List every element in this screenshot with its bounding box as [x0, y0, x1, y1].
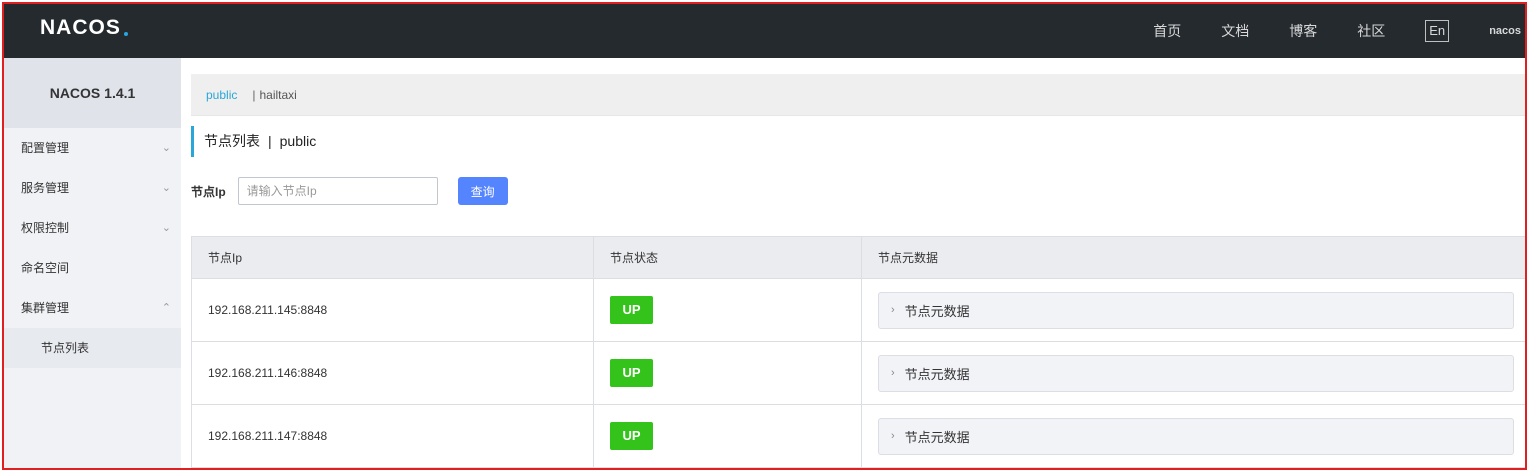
language-switch-button[interactable]: En: [1425, 20, 1450, 42]
node-ip-cell: 192.168.211.145:8848: [192, 279, 594, 341]
status-badge: UP: [610, 296, 653, 324]
sidebar-item-cluster[interactable]: 集群管理 ⌃: [4, 288, 181, 328]
status-badge: UP: [610, 422, 653, 450]
chevron-right-icon: ›: [891, 304, 895, 316]
page-title: 节点列表 | public: [191, 126, 316, 157]
screenshot-frame: NACOS 首页 文档 博客 社区 En nacos NACOS 1.4.1 配…: [2, 2, 1527, 470]
sidebar-item-label: 权限控制: [21, 221, 70, 235]
node-status-cell: UP: [594, 279, 862, 341]
logo-text: NACOS: [40, 16, 121, 39]
nacos-logo[interactable]: NACOS: [40, 13, 128, 43]
chevron-right-icon: ›: [891, 367, 895, 379]
column-header-metadata: 节点元数据: [878, 251, 939, 265]
namespace-public-link[interactable]: public: [206, 88, 237, 102]
table-header: 节点Ip 节点状态 节点元数据: [192, 237, 1525, 279]
metadata-collapse[interactable]: › 节点元数据: [878, 291, 1514, 329]
nav-blog[interactable]: 博客: [1289, 21, 1317, 41]
sidebar-item-namespace[interactable]: 命名空间: [4, 248, 181, 288]
search-label: 节点Ip: [191, 184, 226, 199]
chevron-down-icon: ⌄: [161, 182, 171, 194]
user-name[interactable]: nacos: [1489, 25, 1521, 37]
chevron-right-icon: ›: [891, 430, 895, 442]
chevron-down-icon: ⌄: [161, 222, 171, 234]
page-title-text: 节点列表: [204, 133, 260, 149]
table-row: 192.168.211.147:8848 UP › 节点元数据: [192, 405, 1525, 468]
node-ip-cell: 192.168.211.147:8848: [192, 405, 594, 467]
namespace-hailtaxi-link[interactable]: hailtaxi: [259, 88, 296, 102]
page-title-namespace: public: [279, 133, 317, 149]
node-status-cell: UP: [594, 405, 862, 467]
search-button[interactable]: 查询: [457, 177, 508, 205]
node-metadata-cell: › 节点元数据: [862, 279, 1525, 341]
node-ip-search-input[interactable]: [237, 177, 438, 205]
metadata-collapse[interactable]: › 节点元数据: [878, 354, 1514, 392]
nav-community[interactable]: 社区: [1357, 21, 1385, 41]
sidebar-item-auth[interactable]: 权限控制 ⌄: [4, 208, 181, 248]
chevron-up-icon: ⌃: [161, 302, 171, 314]
table-row: 192.168.211.146:8848 UP › 节点元数据: [192, 342, 1525, 405]
node-status-cell: UP: [594, 342, 862, 404]
search-form: 节点Ip 查询: [191, 177, 508, 205]
metadata-collapse-label: 节点元数据: [904, 303, 970, 319]
sidebar-menu: 配置管理 ⌄ 服务管理 ⌄ 权限控制 ⌄ 命名空间 集群管理 ⌃ 节点列表: [4, 128, 181, 368]
node-metadata-cell: › 节点元数据: [862, 342, 1525, 404]
nav-home[interactable]: 首页: [1153, 21, 1181, 41]
sidebar-item-label: 配置管理: [21, 141, 70, 155]
metadata-collapse-label: 节点元数据: [904, 366, 970, 382]
sidebar-item-label: 服务管理: [21, 181, 70, 195]
chevron-down-icon: ⌄: [161, 142, 171, 154]
sidebar-item-label: 命名空间: [21, 261, 70, 275]
node-ip-cell: 192.168.211.146:8848: [192, 342, 594, 404]
metadata-collapse-label: 节点元数据: [904, 429, 970, 445]
version-title: NACOS 1.4.1: [4, 58, 181, 128]
namespace-bar: public | hailtaxi: [191, 74, 1525, 116]
top-nav: 首页 文档 博客 社区 En nacos: [1153, 4, 1525, 58]
table-row: 192.168.211.145:8848 UP › 节点元数据: [192, 279, 1525, 342]
sidebar-item-service[interactable]: 服务管理 ⌄: [4, 168, 181, 208]
node-metadata-cell: › 节点元数据: [862, 405, 1525, 467]
sidebar: NACOS 1.4.1 配置管理 ⌄ 服务管理 ⌄ 权限控制 ⌄ 命名空间 集群…: [4, 58, 181, 468]
column-header-ip: 节点Ip: [192, 237, 594, 278]
logo-dot: [123, 32, 128, 36]
column-header-status: 节点状态: [594, 237, 862, 278]
sidebar-subitem-node-list[interactable]: 节点列表: [4, 328, 181, 368]
page-title-separator: |: [268, 133, 272, 149]
top-navbar: NACOS 首页 文档 博客 社区 En nacos: [4, 4, 1525, 58]
sidebar-item-config[interactable]: 配置管理 ⌄: [4, 128, 181, 168]
sidebar-item-label: 集群管理: [21, 301, 70, 315]
main-content: public | hailtaxi 节点列表 | public 节点Ip 查询 节点…: [191, 74, 1525, 468]
node-table: 节点Ip 节点状态 节点元数据 192.168.211.145:8848 UP …: [191, 236, 1525, 468]
namespace-separator: |: [252, 87, 256, 102]
status-badge: UP: [610, 359, 653, 387]
metadata-collapse[interactable]: › 节点元数据: [878, 417, 1514, 455]
nav-docs[interactable]: 文档: [1221, 21, 1249, 41]
